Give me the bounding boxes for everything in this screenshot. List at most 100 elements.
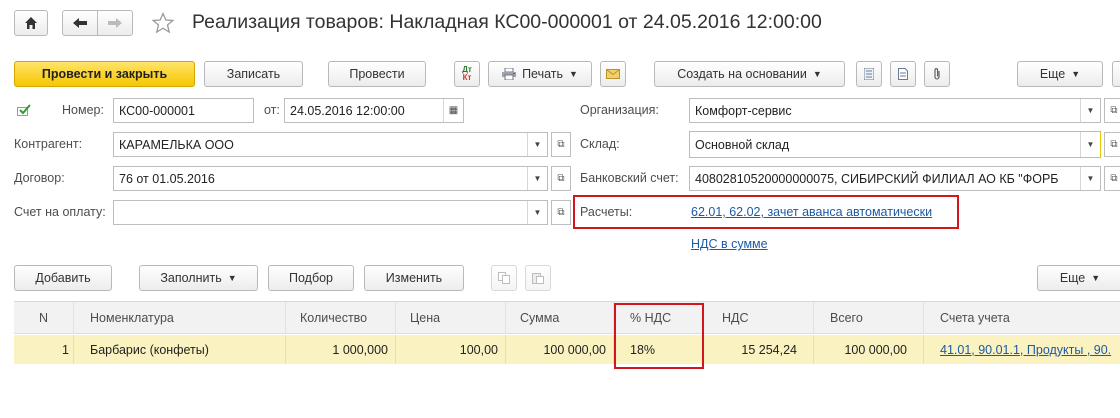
favorite-star-button[interactable] [150,10,176,36]
help-button[interactable] [1112,61,1120,87]
column-header-price[interactable]: Цена [396,302,506,334]
warehouse-value: Основной склад [695,137,790,152]
chevron-down-icon[interactable]: ▼ [1080,132,1100,157]
cell-sum[interactable]: 100 000,00 [506,335,614,364]
posted-check-icon [17,104,31,116]
organization-value: Комфорт-сервис [695,103,792,118]
organization-field[interactable]: Комфорт-сервис ▼ [689,98,1101,123]
print-button[interactable]: Печать ▼ [488,61,592,87]
copy-row-button[interactable] [491,265,517,291]
contract-value: 76 от 01.05.2016 [119,171,215,186]
print-label: Печать [522,67,564,81]
column-header-quantity[interactable]: Количество [286,302,396,334]
bank-account-value: 40802810520000000075, СИБИРСКИЙ ФИЛИАЛ А… [695,171,1059,186]
fill-button[interactable]: Заполнить ▼ [139,265,258,291]
accounts-link[interactable]: 41.01, 90.01.1, Продукты , 90. [940,343,1111,357]
warehouse-field[interactable]: Основной склад ▼ [689,131,1101,158]
window-title: Реализация товаров: Накладная КС00-00000… [192,11,822,33]
cell-item[interactable]: Барбарис (конфеты) [74,335,286,364]
cell-accounts[interactable]: 41.01, 90.01.1, Продукты , 90. [924,335,1120,364]
warehouse-label: Склад: [580,137,620,151]
chevron-down-icon[interactable]: ▼ [527,133,547,156]
arrow-left-icon [73,18,87,28]
number-label: Номер: [62,103,104,117]
number-value: КС00-000001 [119,103,195,118]
table-header: N Номенклатура Количество Цена Сумма % Н… [14,302,1120,334]
column-header-total[interactable]: Всего [814,302,924,334]
table-row[interactable]: 1 Барбарис (конфеты) 1 000,000 100,00 10… [14,335,1120,364]
invoice-field[interactable]: ▼ [113,200,548,225]
column-header-accounts[interactable]: Счета учета [924,302,1120,334]
envelope-icon [606,69,620,79]
bank-account-field[interactable]: 40802810520000000075, СИБИРСКИЙ ФИЛИАЛ А… [689,166,1101,191]
document-icon [898,68,908,80]
number-field[interactable]: КС00-000001 [113,98,254,123]
column-header-n[interactable]: N [14,302,74,334]
table-more-label: Еще [1059,271,1086,285]
chevron-down-icon[interactable]: ▼ [527,201,547,224]
dt-kt-button[interactable]: Дт Кт [454,61,480,87]
contract-label: Договор: [14,171,65,185]
chevron-down-icon: ▼ [1071,69,1081,79]
cell-vat[interactable]: 15 254,24 [704,335,814,364]
column-header-item[interactable]: Номенклатура [74,302,286,334]
open-icon[interactable]: ⧉ [551,132,571,157]
chevron-down-icon: ▼ [812,69,822,79]
fill-label: Заполнить [160,271,222,285]
date-value: 24.05.2016 12:00:00 [290,103,405,118]
open-icon[interactable]: ⧉ [1104,98,1120,123]
change-button[interactable]: Изменить [364,265,464,291]
column-header-vat[interactable]: НДС [704,302,814,334]
select-items-button[interactable]: Подбор [268,265,354,291]
paste-icon [532,273,544,284]
open-icon[interactable]: ⧉ [551,200,571,225]
add-row-button[interactable]: Добавить [14,265,112,291]
organization-label: Организация: [580,103,659,117]
open-icon[interactable]: ⧉ [1104,132,1120,157]
contractor-field[interactable]: КАРАМЕЛЬКА ООО ▼ [113,132,548,157]
goods-table[interactable]: N Номенклатура Количество Цена Сумма % Н… [14,301,1120,418]
printer-icon [502,68,517,80]
date-field[interactable]: 24.05.2016 12:00:00 ▦ [284,98,464,123]
email-button[interactable] [600,61,626,87]
cell-price[interactable]: 100,00 [396,335,506,364]
invoice-value [114,201,527,224]
create-based-on-label: Создать на основании [677,67,807,81]
star-icon [152,12,174,34]
contract-field[interactable]: 76 от 01.05.2016 ▼ [113,166,548,191]
contractor-value: КАРАМЕЛЬКА ООО [119,137,234,152]
contractor-label: Контрагент: [14,137,83,151]
open-icon[interactable]: ⧉ [551,166,571,191]
open-icon[interactable]: ⧉ [1104,166,1120,191]
chevron-down-icon[interactable]: ▼ [527,167,547,190]
home-button[interactable] [14,10,48,36]
create-based-on-button[interactable]: Создать на основании ▼ [654,61,845,87]
more-button[interactable]: Еще ▼ [1017,61,1103,87]
cell-quantity[interactable]: 1 000,000 [286,335,396,364]
save-button[interactable]: Записать [204,61,303,87]
report-button[interactable] [890,61,916,87]
chevron-down-icon: ▼ [569,69,578,79]
invoice-label: Счет на оплату: [14,205,106,219]
structure-button[interactable] [856,61,882,87]
vat-rate-highlight [614,303,704,369]
attach-button[interactable] [924,61,950,87]
calendar-icon[interactable]: ▦ [443,99,463,122]
chevron-down-icon[interactable]: ▼ [1080,167,1100,190]
forward-button[interactable] [97,10,133,36]
vat-mode-link[interactable]: НДС в сумме [691,237,768,251]
chevron-down-icon[interactable]: ▼ [1080,99,1100,122]
table-more-button[interactable]: Еще ▼ [1037,265,1120,291]
column-header-sum[interactable]: Сумма [506,302,614,334]
more-label: Еще [1039,67,1066,81]
cell-n[interactable]: 1 [14,335,74,364]
cell-total[interactable]: 100 000,00 [814,335,924,364]
arrow-right-icon [108,18,122,28]
date-label: от: [264,103,280,117]
back-button[interactable] [62,10,98,36]
bank-account-label: Банковский счет: [580,171,679,185]
settlements-highlight [573,195,959,229]
paste-row-button[interactable] [525,265,551,291]
post-button[interactable]: Провести [328,61,426,87]
post-and-close-button[interactable]: Провести и закрыть [14,61,195,87]
